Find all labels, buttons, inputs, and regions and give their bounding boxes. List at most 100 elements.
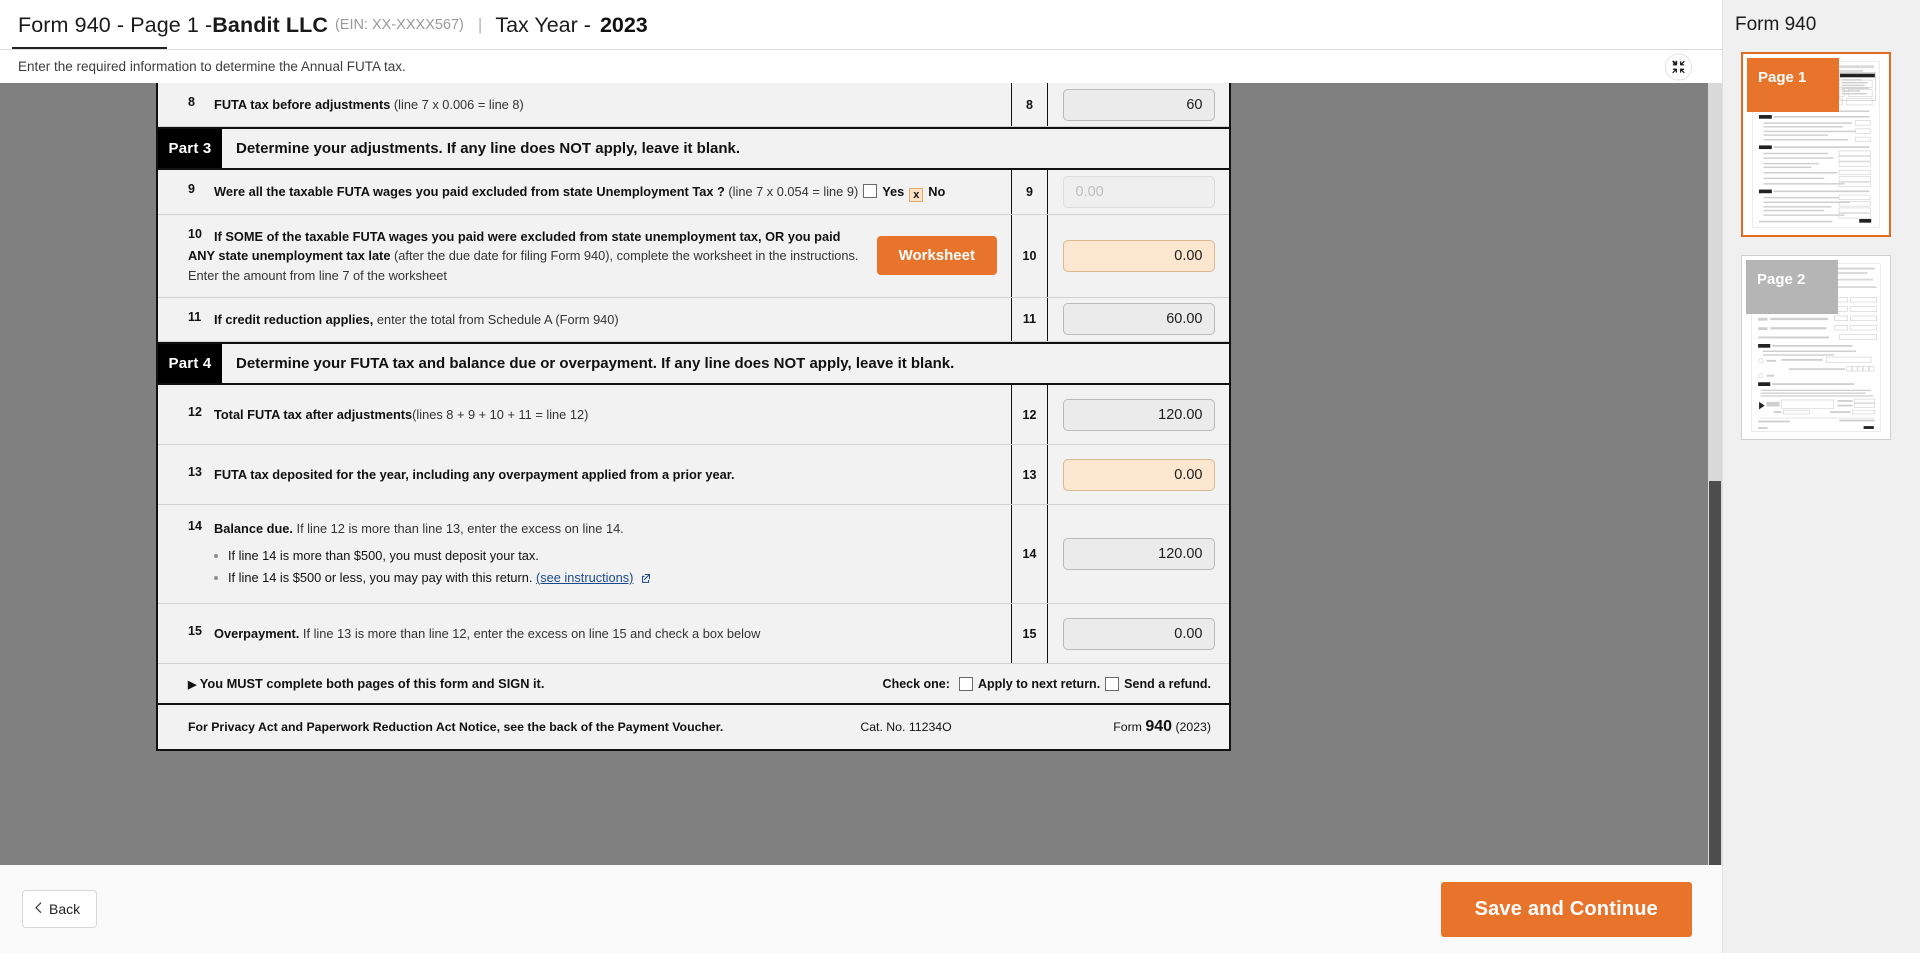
line-14-box-number: 14 — [1011, 505, 1048, 604]
line-14-description: 14 Balance due. If line 12 is more than l… — [158, 505, 1011, 603]
form-identifier: Form 940 (2023) — [1021, 718, 1211, 736]
form-identifier-word: Form — [1113, 720, 1146, 735]
line-8-value-cell: 60 — [1048, 83, 1229, 126]
line-8-paren: (line 7 x 0.006 = line 8) — [393, 97, 524, 112]
sign-notice-text: ▶ You MUST complete both pages of this f… — [188, 676, 883, 691]
line-9-paren: (line 7 x 0.054 = line 9) — [728, 184, 859, 200]
line-15-value-cell: 0.00 — [1048, 604, 1229, 663]
see-instructions-link[interactable]: (see instructions) — [536, 570, 633, 585]
external-link-icon — [637, 570, 651, 585]
line-11-description: 11 If credit reduction applies, enter the… — [158, 298, 1011, 341]
thumbnail-page-2-label: Page 2 — [1746, 259, 1838, 314]
page-thumbnail-sidebar: Form 940 Page 1 Page 2 — [1722, 0, 1920, 953]
form-identifier-year: (2023) — [1172, 720, 1211, 735]
line-12-paren: (lines 8 + 9 + 10 + 11 = line 12) — [412, 406, 589, 422]
line-8-box-number: 8 — [1011, 83, 1048, 127]
page-subtitle-row: Enter the required information to determ… — [0, 50, 1722, 83]
collapse-icon[interactable] — [1665, 53, 1692, 80]
main-column: Form 940 - Page 1 - Bandit LLC (EIN: XX-… — [0, 0, 1722, 953]
sidebar-thumbnail-page-2[interactable]: Page 2 — [1741, 254, 1891, 441]
send-refund-checkbox[interactable] — [1105, 676, 1120, 691]
back-button[interactable]: Back — [22, 890, 98, 928]
form-identifier-number: 940 — [1145, 718, 1173, 736]
form-940-page: Form 940 - Page 1 - Bandit LLC (EIN: XX-… — [0, 0, 1920, 953]
form-footer-row: For Privacy Act and Paperwork Reduction … — [158, 705, 1229, 750]
form-row-line-14: 14 Balance due. If line 12 is more than l… — [158, 505, 1229, 605]
apply-next-return-label: Apply to next return. — [977, 676, 1101, 691]
line-9-value-cell: 0.00 — [1048, 170, 1229, 214]
vertical-scrollbar-thumb[interactable] — [1709, 481, 1721, 865]
send-refund-label: Send a refund. — [1124, 676, 1211, 691]
line-10-value-cell: 0.00 — [1048, 215, 1229, 297]
check-one-label: Check one: — [882, 676, 950, 691]
line-12-description: 12 Total FUTA tax after adjustments(lines… — [158, 385, 1011, 444]
page-title-row: Form 940 - Page 1 - Bandit LLC (EIN: XX-… — [0, 0, 1722, 50]
sidebar-thumbnail-page-1[interactable]: Page 1 — [1741, 52, 1891, 237]
line-15-description: 15 Overpayment. If line 13 is more than l… — [158, 604, 1011, 663]
line-13-amount-input[interactable]: 0.00 — [1062, 458, 1215, 491]
part-3-spacer — [1011, 129, 1229, 168]
line-12-amount-input[interactable]: 120.00 — [1062, 398, 1215, 431]
line-14-bullets: If line 14 is more than $500, you must d… — [214, 545, 997, 590]
form-canvas: 8 FUTA tax before adjustments (line 7 x 0… — [0, 83, 1722, 865]
line-11-amount-input[interactable]: 60.00 — [1062, 303, 1215, 336]
line-10-box-number: 10 — [1011, 215, 1048, 297]
form-row-line-13: 13 FUTA tax deposited for the year, inclu… — [158, 445, 1229, 506]
title-separator: | — [477, 15, 483, 34]
sign-notice-label: You MUST complete both pages of this for… — [199, 676, 545, 692]
save-and-continue-button[interactable]: Save and Continue — [1440, 881, 1692, 937]
line-9-yes-label: Yes — [882, 184, 905, 200]
page-subtitle: Enter the required information to determ… — [18, 59, 406, 74]
line-9-box-number: 9 — [1011, 170, 1048, 215]
line-14-number: 14 — [188, 519, 202, 534]
thumbnail-page-1-label: Page 1 — [1747, 58, 1839, 112]
form-row-line-10: 10 If SOME of the taxable FUTA wages you … — [158, 215, 1229, 298]
form-row-line-9: 9 Were all the taxable FUTA wages you pai… — [158, 170, 1229, 216]
sign-arrow-icon: ▶ — [188, 679, 197, 692]
line-11-rest: enter the total from Schedule A (Form 94… — [373, 311, 619, 327]
line-11-bold: If credit reduction applies, — [214, 311, 374, 327]
line-9-no-checkbox[interactable]: x — [909, 188, 924, 203]
line-12-value-cell: 120.00 — [1048, 385, 1229, 444]
part-4-banner: Part 4 Determine your FUTA tax and balan… — [158, 341, 1229, 385]
form-page-sheet: 8 FUTA tax before adjustments (line 7 x 0… — [156, 83, 1231, 752]
vertical-scrollbar-track[interactable] — [1708, 83, 1722, 865]
line-8-amount-input[interactable]: 60 — [1062, 88, 1215, 121]
line-15-bold: Overpayment. — [214, 626, 300, 642]
page-title-company: Bandit LLC — [212, 12, 328, 37]
line-12-number: 12 — [188, 404, 202, 419]
line-15-amount-input[interactable]: 0.00 — [1062, 617, 1215, 650]
line-15-box-number: 15 — [1011, 604, 1048, 664]
line-8-label: FUTA tax before adjustments — [214, 97, 391, 112]
line-10-amount-input[interactable]: 0.00 — [1062, 239, 1215, 272]
line-10-description: 10 If SOME of the taxable FUTA wages you … — [158, 215, 1011, 297]
apply-next-return-checkbox[interactable] — [958, 676, 973, 691]
catalog-number: Cat. No. 11234O — [860, 720, 952, 735]
line-9-description: 9 Were all the taxable FUTA wages you pai… — [158, 170, 1011, 214]
thumbnail-page-2-wrap: Page 2 — [1723, 254, 1920, 458]
bottom-navigation-bar: Back Save and Continue — [0, 865, 1722, 953]
line-9-number: 9 — [188, 182, 195, 197]
form-row-line-15: 15 Overpayment. If line 13 is more than l… — [158, 604, 1229, 665]
form-row-line-12: 12 Total FUTA tax after adjustments(lines… — [158, 384, 1229, 446]
line-13-description: 13 FUTA tax deposited for the year, inclu… — [158, 445, 1011, 504]
worksheet-button[interactable]: Worksheet — [876, 236, 997, 276]
line-13-value-cell: 0.00 — [1048, 445, 1229, 504]
part-3-tag: Part 3 — [158, 129, 222, 169]
part-4-tag: Part 4 — [158, 343, 222, 383]
line-14-value-cell: 120.00 — [1048, 505, 1229, 603]
line-14-bullet-2-text: If line 14 is $500 or less, you may pay … — [228, 569, 536, 585]
line-10-text: 10 If SOME of the taxable FUTA wages you … — [188, 227, 863, 285]
part-3-banner: Part 3 Determine your adjustments. If an… — [158, 127, 1229, 171]
line-14-bullet-1: If line 14 is more than $500, you must d… — [214, 545, 997, 567]
part-4-spacer — [1011, 344, 1229, 383]
line-15-rest: If line 13 is more than line 12, enter t… — [299, 626, 761, 642]
line-13-number: 13 — [188, 465, 202, 480]
line-14-amount-input[interactable]: 120.00 — [1062, 538, 1215, 571]
line-9-amount-input: 0.00 — [1062, 176, 1215, 209]
page-title-form: Form 940 - Page 1 - — [18, 12, 213, 37]
line-11-box-number: 11 — [1011, 297, 1048, 341]
line-9-yes-checkbox[interactable] — [863, 184, 878, 199]
back-button-label: Back — [49, 901, 81, 917]
sidebar-title: Form 940 — [1735, 14, 1817, 35]
